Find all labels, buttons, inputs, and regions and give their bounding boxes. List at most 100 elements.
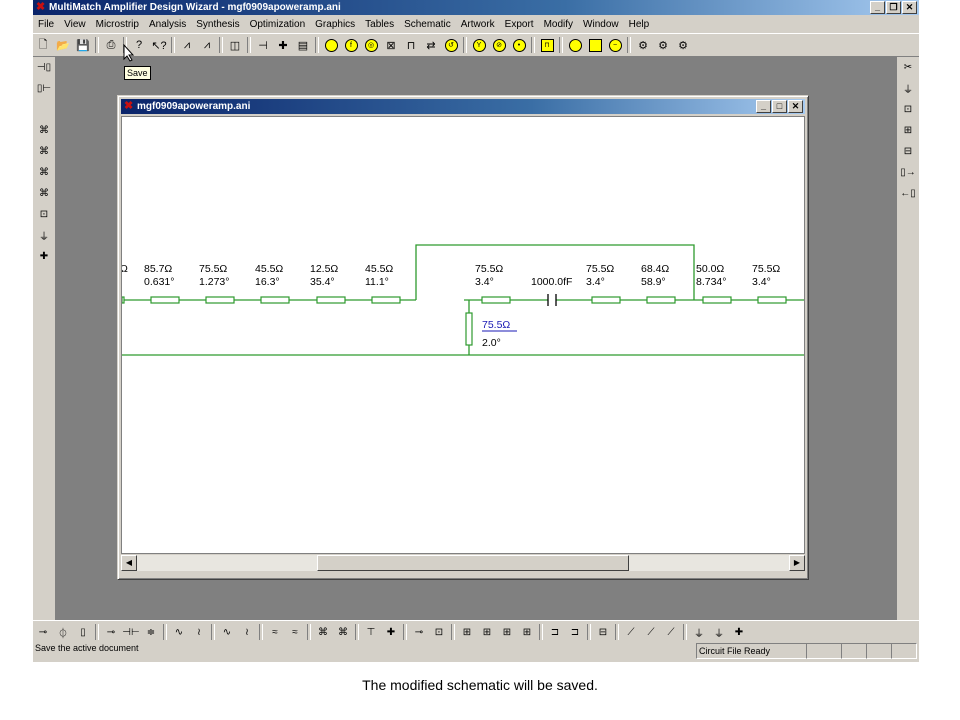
- element-3[interactable]: [260, 296, 290, 304]
- ground-symbol-icon[interactable]: ⏚: [900, 80, 916, 96]
- rl-shunt-icon[interactable]: ≀: [238, 624, 256, 640]
- rl-series-icon[interactable]: ∿: [218, 624, 236, 640]
- coupled-line-icon[interactable]: ⊞: [458, 624, 476, 640]
- balloon-icon[interactable]: ↺: [443, 37, 459, 53]
- plus-box-icon[interactable]: ⊞: [900, 122, 916, 138]
- menu-optimization[interactable]: Optimization: [245, 19, 311, 30]
- menu-analysis[interactable]: Analysis: [144, 19, 191, 30]
- transformer-icon[interactable]: ⊸: [102, 624, 120, 640]
- circuit3-icon[interactable]: ⌘: [36, 164, 52, 180]
- dot-circle-icon[interactable]: •: [511, 37, 527, 53]
- minus-circle-icon[interactable]: −: [607, 37, 623, 53]
- tee-icon[interactable]: ⊤: [362, 624, 380, 640]
- inductor-shunt-icon[interactable]: ≀: [190, 624, 208, 640]
- child-minimize-button[interactable]: _: [756, 100, 771, 113]
- menu-modify[interactable]: Modify: [539, 19, 578, 30]
- menu-export[interactable]: Export: [500, 19, 539, 30]
- element-8[interactable]: [591, 296, 621, 304]
- element-6[interactable]: [481, 296, 511, 304]
- gap-icon[interactable]: ⊟: [594, 624, 612, 640]
- swap-icon[interactable]: ⇄: [423, 37, 439, 53]
- y-icon[interactable]: Y: [471, 37, 487, 53]
- short-stub-icon[interactable]: ⊡: [430, 624, 448, 640]
- gain-circle-icon[interactable]: f: [343, 37, 359, 53]
- line-shunt-icon[interactable]: ▯: [74, 624, 92, 640]
- coupled-line4-icon[interactable]: ⊞: [518, 624, 536, 640]
- element-1[interactable]: [150, 296, 180, 304]
- element-4[interactable]: [316, 296, 346, 304]
- junction-icon[interactable]: ✚: [730, 624, 748, 640]
- restore-button[interactable]: ❐: [886, 1, 901, 14]
- port-icon[interactable]: ◫: [227, 37, 243, 53]
- box-x-icon[interactable]: ⊠: [383, 37, 399, 53]
- noise-circle-icon[interactable]: ◎: [363, 37, 379, 53]
- probe3-icon[interactable]: ⟋: [662, 624, 680, 640]
- circuit-icon[interactable]: ⌘: [36, 122, 52, 138]
- menu-schematic[interactable]: Schematic: [399, 19, 456, 30]
- context-help-icon[interactable]: ↖?: [151, 37, 167, 53]
- child-close-button[interactable]: ✕: [788, 100, 803, 113]
- element-icon[interactable]: ▤: [295, 37, 311, 53]
- minimize-button[interactable]: _: [870, 1, 885, 14]
- ground-icon[interactable]: ⏚: [36, 227, 52, 243]
- square-icon[interactable]: [587, 37, 603, 53]
- menu-file[interactable]: File: [33, 19, 59, 30]
- output-port-icon[interactable]: ▯⊢: [36, 80, 52, 96]
- matching-icon[interactable]: ⊓: [403, 37, 419, 53]
- element-10[interactable]: [702, 296, 732, 304]
- element-5[interactable]: [371, 296, 401, 304]
- dot-box-icon[interactable]: ⊡: [900, 101, 916, 117]
- capacitor-shunt-icon[interactable]: ≑: [142, 624, 160, 640]
- horizontal-scrollbar[interactable]: ◀ ▶: [121, 555, 805, 571]
- component-icon[interactable]: ⊡: [36, 206, 52, 222]
- open-folder-icon[interactable]: 📂: [55, 37, 71, 53]
- lc2-icon[interactable]: ≈: [286, 624, 304, 640]
- scroll-left-button[interactable]: ◀: [121, 555, 137, 571]
- scissors-icon[interactable]: ✂: [900, 59, 916, 75]
- pulse-icon[interactable]: ⊓: [539, 37, 555, 53]
- shunt-element[interactable]: [465, 312, 473, 346]
- cross-icon[interactable]: ✚: [275, 37, 291, 53]
- minus-box-icon[interactable]: ⊟: [900, 143, 916, 159]
- menu-graphics[interactable]: Graphics: [310, 19, 360, 30]
- coupled-line3-icon[interactable]: ⊞: [498, 624, 516, 640]
- shunt-z-label[interactable]: 75.5Ω: [482, 319, 510, 331]
- menu-artwork[interactable]: Artwork: [456, 19, 500, 30]
- cross-junction-icon[interactable]: ✚: [36, 248, 52, 264]
- schematic-canvas[interactable]: Ω 85.7Ω 0.631° 75.5Ω 1.273° 45.5Ω 16.3° …: [121, 116, 805, 554]
- network2-icon[interactable]: ⌘: [334, 624, 352, 640]
- menu-synthesis[interactable]: Synthesis: [191, 19, 244, 30]
- arrow-out-icon[interactable]: ▯→: [900, 164, 916, 180]
- menu-window[interactable]: Window: [578, 19, 624, 30]
- network-icon[interactable]: ⌘: [314, 624, 332, 640]
- probe2-icon[interactable]: ⟋: [642, 624, 660, 640]
- menu-tables[interactable]: Tables: [360, 19, 399, 30]
- stability-icon[interactable]: ⊘: [491, 37, 507, 53]
- ground-via-icon[interactable]: ⏚: [690, 624, 708, 640]
- resistor-series-icon[interactable]: ⊸: [34, 624, 52, 640]
- capacitor-series-icon[interactable]: ⊣⊢: [122, 624, 140, 640]
- coupled-line2-icon[interactable]: ⊞: [478, 624, 496, 640]
- element-2[interactable]: [205, 296, 235, 304]
- transistor3-icon[interactable]: ⚙: [675, 37, 691, 53]
- menu-view[interactable]: View: [59, 19, 91, 30]
- circuit2-icon[interactable]: ⌘: [36, 143, 52, 159]
- arrow-in-icon[interactable]: ←▯: [900, 185, 916, 201]
- ground-icon[interactable]: ⏚: [710, 624, 728, 640]
- menu-microstrip[interactable]: Microstrip: [91, 19, 144, 30]
- via-icon[interactable]: ⊐: [546, 624, 564, 640]
- inductor-series-icon[interactable]: ∿: [170, 624, 188, 640]
- menu-help[interactable]: Help: [624, 19, 655, 30]
- via2-icon[interactable]: ⊐: [566, 624, 584, 640]
- circle-icon[interactable]: [567, 37, 583, 53]
- draw-line-icon[interactable]: ⩘: [179, 37, 195, 53]
- open-stub-icon[interactable]: ⊸: [410, 624, 428, 640]
- transistor-icon[interactable]: ⚙: [635, 37, 651, 53]
- element-9[interactable]: [646, 296, 676, 304]
- save-disk-icon[interactable]: 💾: [75, 37, 91, 53]
- transistor2-icon[interactable]: ⚙: [655, 37, 671, 53]
- element-stub[interactable]: [122, 296, 125, 304]
- close-button[interactable]: ✕: [902, 1, 917, 14]
- circuit4-icon[interactable]: ⌘: [36, 185, 52, 201]
- resistor-shunt-icon[interactable]: ⏀: [54, 624, 72, 640]
